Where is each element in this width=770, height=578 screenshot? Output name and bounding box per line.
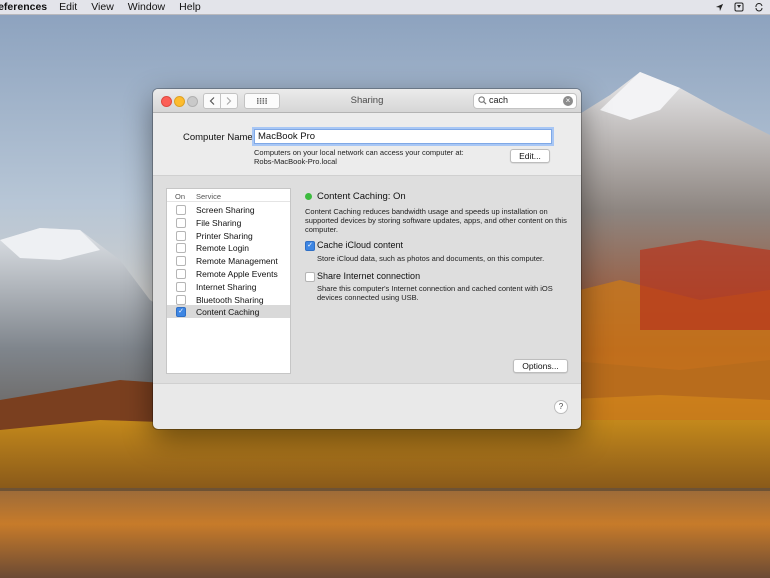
service-checkbox[interactable]: [176, 269, 186, 279]
local-hostname: Robs-MacBook-Pro.local: [254, 157, 337, 166]
search-input-value[interactable]: cach: [489, 95, 508, 105]
service-section: On Service Screen Sharing File Sharing Pri…: [153, 175, 581, 384]
service-label: Printer Sharing: [196, 230, 253, 241]
service-checkbox[interactable]: [176, 256, 186, 267]
shield-icon[interactable]: [734, 2, 744, 12]
share-internet-checkbox[interactable]: [305, 272, 315, 282]
column-header-service[interactable]: Service: [196, 192, 221, 201]
menu-edit[interactable]: Edit: [59, 1, 77, 13]
service-row[interactable]: Internet Sharing: [167, 280, 290, 293]
computer-name-label: Computer Name:: [183, 132, 256, 143]
options-button[interactable]: Options...: [513, 359, 568, 373]
menu-view[interactable]: View: [91, 1, 114, 13]
menu-help[interactable]: Help: [179, 1, 201, 13]
service-list-header: On Service: [167, 189, 290, 202]
service-row[interactable]: File Sharing: [167, 216, 290, 229]
service-row[interactable]: Remote Management: [167, 254, 290, 267]
service-row[interactable]: Screen Sharing: [167, 203, 290, 216]
service-row[interactable]: Bluetooth Sharing: [167, 293, 290, 306]
sharing-window: Sharing cach × Computer Name: MacBook Pr…: [153, 89, 581, 429]
service-checkbox[interactable]: [176, 294, 186, 305]
cache-icloud-checkbox[interactable]: ✓: [305, 241, 315, 251]
service-row[interactable]: Remote Apple Events: [167, 267, 290, 280]
menu-app-name[interactable]: references: [0, 1, 47, 13]
share-internet-label[interactable]: Share Internet connection: [317, 271, 420, 281]
service-label: Remote Login: [196, 243, 249, 254]
service-label: Remote Management: [196, 256, 278, 267]
computer-name-input[interactable]: MacBook Pro: [254, 129, 552, 144]
help-button[interactable]: ?: [554, 400, 568, 414]
service-checkbox[interactable]: [176, 217, 186, 228]
search-field[interactable]: cach ×: [473, 93, 577, 109]
service-row[interactable]: Remote Login: [167, 241, 290, 254]
clear-search-icon[interactable]: ×: [563, 96, 573, 106]
service-checkbox[interactable]: [176, 230, 186, 241]
cache-icloud-label[interactable]: Cache iCloud content: [317, 240, 403, 250]
service-label: Bluetooth Sharing: [196, 294, 264, 305]
search-icon: [478, 96, 487, 105]
service-row[interactable]: ✓ Content Caching: [167, 305, 290, 319]
menu-window[interactable]: Window: [128, 1, 165, 13]
column-header-on[interactable]: On: [175, 192, 185, 201]
status-indicator-icon: [305, 193, 312, 200]
service-row[interactable]: Printer Sharing: [167, 229, 290, 242]
service-description: Content Caching reduces bandwidth usage …: [305, 207, 567, 234]
service-status: Content Caching: On: [317, 191, 406, 202]
network-hint: Computers on your local network can acce…: [254, 148, 464, 157]
edit-hostname-button[interactable]: Edit...: [510, 149, 550, 163]
service-label: Content Caching: [196, 307, 260, 318]
service-checkbox[interactable]: [176, 281, 186, 292]
service-checkbox[interactable]: ✓: [176, 307, 186, 318]
computer-name-section: Computer Name: MacBook Pro Computers on …: [153, 113, 581, 175]
service-label: Internet Sharing: [196, 281, 257, 292]
service-checkbox[interactable]: [176, 243, 186, 254]
service-label: Screen Sharing: [196, 205, 255, 215]
location-arrow-icon[interactable]: [715, 3, 724, 12]
cache-icloud-description: Store iCloud data, such as photos and do…: [317, 254, 545, 263]
service-label: File Sharing: [196, 217, 242, 228]
service-checkbox[interactable]: [176, 205, 186, 215]
service-list[interactable]: On Service Screen Sharing File Sharing Pri…: [166, 188, 291, 374]
sync-icon[interactable]: [754, 2, 764, 12]
title-bar[interactable]: Sharing cach ×: [153, 89, 581, 113]
share-internet-description: Share this computer's Internet connectio…: [317, 284, 553, 302]
service-label: Remote Apple Events: [196, 269, 278, 279]
menu-bar: references Edit View Window Help: [0, 0, 770, 15]
